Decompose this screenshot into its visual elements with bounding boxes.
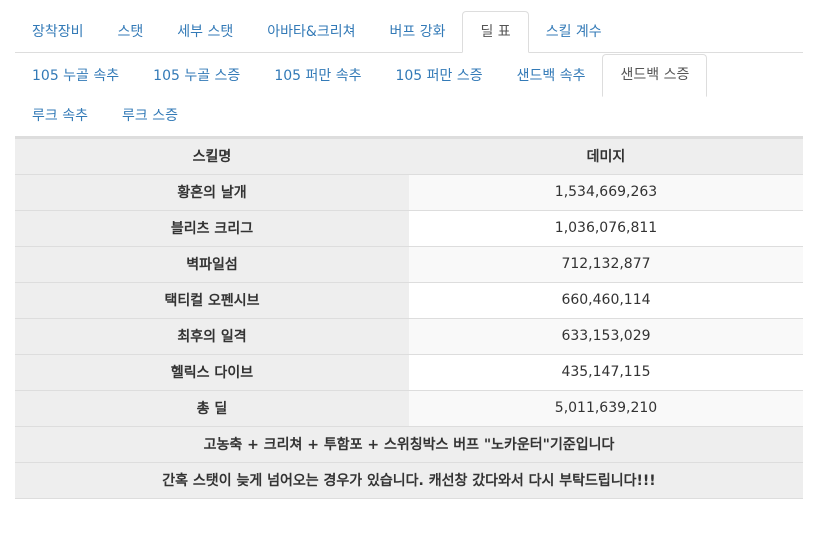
- sub-tab-rook-skill[interactable]: 루크 스증: [105, 96, 195, 137]
- total-row: 총 딜 5,011,639,210: [15, 389, 803, 426]
- sub-tab-105-perman-skill[interactable]: 105 퍼만 스증: [378, 56, 499, 97]
- header-skill-name: 스킬명: [15, 137, 409, 174]
- tab-buff-enhance[interactable]: 버프 강화: [372, 12, 462, 53]
- damage-value: 1,036,076,811: [409, 209, 803, 246]
- tab-equipment[interactable]: 장착장비: [15, 12, 101, 53]
- tab-detail-stats[interactable]: 세부 스탯: [160, 12, 250, 53]
- damage-value: 633,153,029: [409, 317, 803, 354]
- deal-table-panel: 장착장비 스탯 세부 스탯 아바타&크리쳐 버프 강화 딜 표 스킬 계수 10…: [15, 0, 803, 499]
- tab-stats[interactable]: 스탯: [101, 12, 161, 53]
- sub-tab-105-nugol-skill[interactable]: 105 누골 스증: [136, 56, 257, 97]
- sub-tab-row: 루크 속추 루크 스증: [15, 96, 803, 136]
- total-damage-value: 5,011,639,210: [409, 389, 803, 426]
- sub-tab-105-perman-elemental[interactable]: 105 퍼만 속추: [257, 56, 378, 97]
- table-row: 블리츠 크리그 1,036,076,811: [15, 209, 803, 246]
- skill-name: 블리츠 크리그: [15, 209, 409, 246]
- damage-table: 스킬명 데미지 황혼의 날개 1,534,669,263 블리츠 크리그 1,0…: [15, 137, 803, 499]
- note-row: 간혹 스탯이 늦게 넘어오는 경우가 있습니다. 캐선창 갔다와서 다시 부탁드…: [15, 461, 803, 499]
- sub-tab-sandbag-skill[interactable]: 샌드백 스증: [602, 54, 708, 97]
- note-row: 고농축 + 크리쳐 + 투함포 + 스위칭박스 버프 "노카운터"기준입니다: [15, 425, 803, 462]
- tab-avatar-creature[interactable]: 아바타&크리쳐: [250, 12, 372, 53]
- sub-tab-sandbag-elemental[interactable]: 샌드백 속추: [500, 56, 603, 97]
- sub-tab-row: 105 누골 속추 105 누골 스증 105 퍼만 속추 105 퍼만 스증 …: [15, 53, 803, 97]
- table-row: 최후의 일격 633,153,029: [15, 317, 803, 354]
- tab-skill-coefficient[interactable]: 스킬 계수: [529, 12, 619, 53]
- damage-value: 712,132,877: [409, 245, 803, 282]
- sub-tab-rook-elemental[interactable]: 루크 속추: [15, 96, 105, 137]
- damage-value: 660,460,114: [409, 281, 803, 318]
- table-header-row: 스킬명 데미지: [15, 137, 803, 174]
- stat-delay-note: 간혹 스탯이 늦게 넘어오는 경우가 있습니다. 캐선창 갔다와서 다시 부탁드…: [15, 461, 803, 499]
- table-row: 벽파일섬 712,132,877: [15, 245, 803, 282]
- damage-value: 1,534,669,263: [409, 173, 803, 210]
- main-tab-bar: 장착장비 스탯 세부 스탯 아바타&크리쳐 버프 강화 딜 표 스킬 계수: [15, 0, 803, 53]
- table-row: 헬릭스 다이브 435,147,115: [15, 353, 803, 390]
- skill-name: 벽파일섬: [15, 245, 409, 282]
- skill-name: 황혼의 날개: [15, 173, 409, 210]
- sub-tab-105-nugol-elemental[interactable]: 105 누골 속추: [15, 56, 136, 97]
- header-damage: 데미지: [409, 137, 803, 174]
- total-label: 총 딜: [15, 389, 409, 426]
- skill-name: 택티컬 오펜시브: [15, 281, 409, 318]
- table-row: 택티컬 오펜시브 660,460,114: [15, 281, 803, 318]
- sub-tab-bar: 105 누골 속추 105 누골 스증 105 퍼만 속추 105 퍼만 스증 …: [15, 53, 803, 137]
- tab-deal-table[interactable]: 딜 표: [462, 11, 529, 53]
- table-row: 황혼의 날개 1,534,669,263: [15, 173, 803, 210]
- skill-name: 최후의 일격: [15, 317, 409, 354]
- damage-value: 435,147,115: [409, 353, 803, 390]
- buff-basis-note: 고농축 + 크리쳐 + 투함포 + 스위칭박스 버프 "노카운터"기준입니다: [15, 425, 803, 462]
- skill-name: 헬릭스 다이브: [15, 353, 409, 390]
